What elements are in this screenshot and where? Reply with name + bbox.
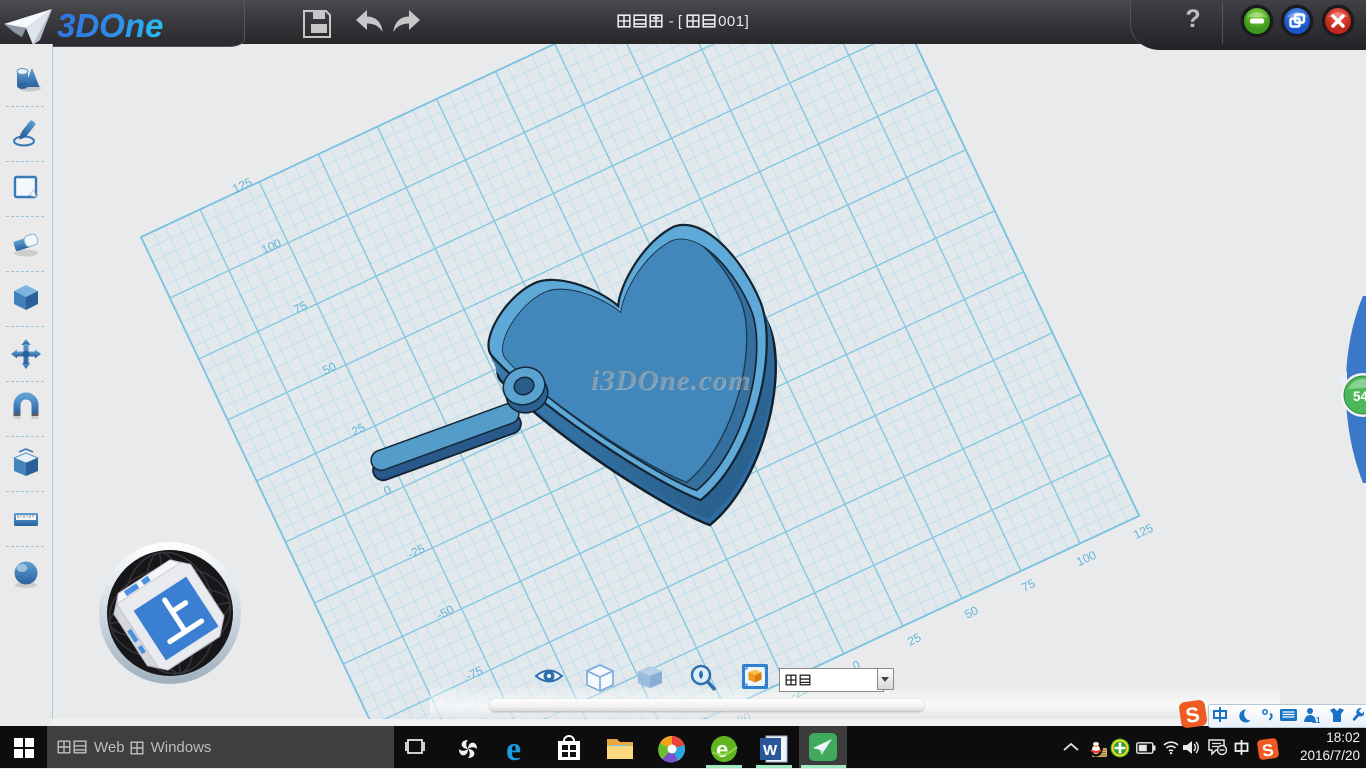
svg-text:e: e [716, 737, 728, 762]
svg-text:W: W [763, 742, 778, 759]
svg-text:54: 54 [1353, 389, 1366, 404]
svg-text:11: 11 [1312, 716, 1321, 724]
